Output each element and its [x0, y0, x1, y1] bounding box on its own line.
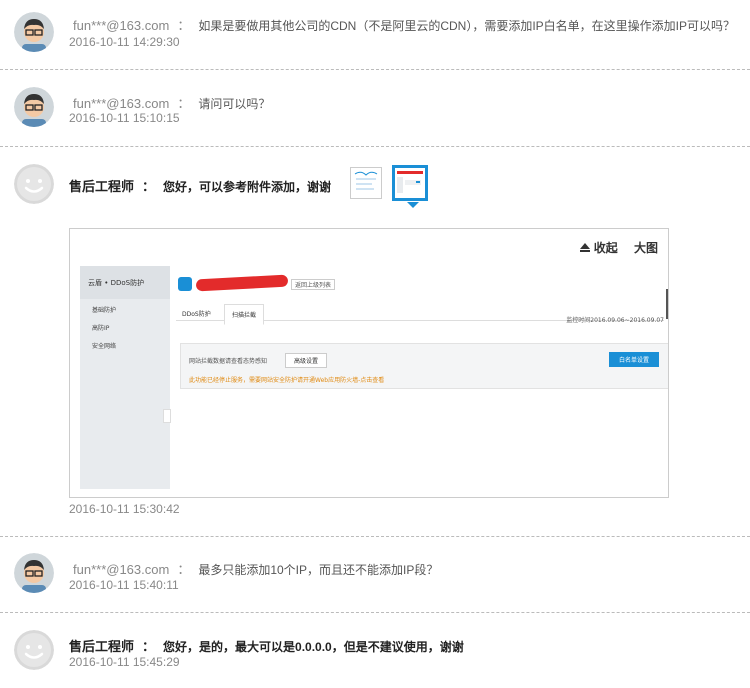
- fullsize-button[interactable]: 大图: [634, 241, 658, 255]
- message-timestamp: 2016-10-11 15:40:11: [69, 578, 179, 592]
- collapse-button[interactable]: 收起: [579, 241, 622, 255]
- user-avatar: [14, 87, 54, 127]
- eject-icon: [579, 243, 590, 252]
- message-divider: [0, 69, 750, 70]
- redaction-scribble: [195, 274, 289, 292]
- message-text: 请问可以吗？: [198, 97, 271, 111]
- message-text: 最多只能添加10个IP，而且还不能添加IP段？: [198, 563, 439, 577]
- message-divider: [0, 536, 750, 537]
- message-author: fun***@163.com：如果是要做用其他公司的CDN（不是阿里云的CDN）…: [73, 18, 736, 33]
- message-timestamp: 2016-10-11 14:29:30: [69, 35, 180, 49]
- message-text: 您好，是的，最大可以是0.0.0.0，但是不建议使用，谢谢: [163, 640, 464, 654]
- attachment-preview: 收起 大图 云盾 • DDoS防护 基础防护 高防IP 安全网络 返回上级列表 …: [69, 228, 669, 498]
- sidebar-toggle-icon: [163, 409, 171, 423]
- message-author: fun***@163.com：请问可以吗？: [73, 96, 271, 111]
- message-text: 您好，可以参考附件添加，谢谢: [163, 180, 332, 194]
- message-author: 售后工程师：您好，可以参考附件添加，谢谢: [69, 179, 332, 194]
- logo-icon: [178, 277, 192, 291]
- staff-avatar: [14, 630, 54, 670]
- staff-avatar: [14, 164, 54, 204]
- message-divider: [0, 612, 750, 613]
- message-timestamp: 2016-10-11 15:45:29: [69, 655, 180, 669]
- user-avatar: [14, 553, 54, 593]
- image-viewer-toolbar: 收起 大图: [568, 239, 658, 256]
- message-text: 如果是要做用其他公司的CDN（不是阿里云的CDN），需要添加IP白名单，在这里操…: [198, 19, 736, 33]
- attachment-thumbnails: [350, 165, 428, 208]
- scrollbar-handle: [666, 289, 668, 319]
- message-timestamp: 2016-10-11 15:30:42: [69, 502, 180, 516]
- attachment-thumbnail-2[interactable]: [392, 165, 428, 208]
- attachment-main: 返回上级列表 DDoS防护 扫描拦截 监控时间2016.09.06~2016.0…: [176, 273, 668, 493]
- user-avatar: [14, 12, 54, 52]
- message-author: 售后工程师：您好，是的，最大可以是0.0.0.0，但是不建议使用，谢谢: [69, 639, 464, 654]
- message-divider: [0, 146, 750, 147]
- message-timestamp: 2016-10-11 15:10:15: [69, 111, 180, 125]
- message-author: fun***@163.com：最多只能添加10个IP，而且还不能添加IP段？: [73, 562, 439, 577]
- attachment-thumbnail-1[interactable]: [350, 167, 382, 199]
- attachment-panel: 网站拦截数据请查看态势感知 高级设置 白名单设置 此功能已经停止服务，需要网站安…: [180, 343, 668, 389]
- attachment-sidebar: 云盾 • DDoS防护 基础防护 高防IP 安全网络: [80, 266, 170, 489]
- attachment-tabs: DDoS防护 扫描拦截 监控时间2016.09.06~2016.09.07: [176, 301, 664, 325]
